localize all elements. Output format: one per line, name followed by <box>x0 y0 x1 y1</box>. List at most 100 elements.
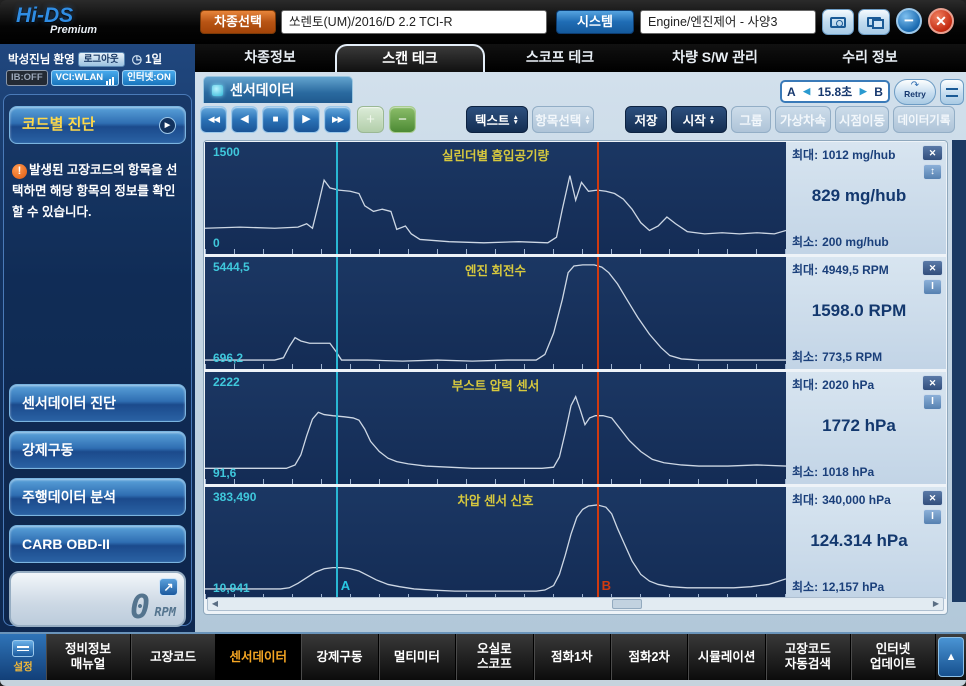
cursor-b-line[interactable] <box>596 372 599 484</box>
dropdown-arrows-icon: ▲ ▼ <box>584 113 591 126</box>
data-record-button[interactable]: 데이터기록 <box>893 106 955 133</box>
resize-ibeam-icon[interactable]: I <box>923 394 942 410</box>
clock-icon: ◷ <box>131 52 143 66</box>
add-channel-button[interactable]: + <box>357 106 384 133</box>
sidebar-item-driving-data-analysis[interactable]: 주행데이터 분석 <box>9 478 186 516</box>
min-value: 1018 hPa <box>822 465 875 479</box>
notice-text: ! 발생된 고장코드의 항목을 선택하면 해당 항목의 정보를 확인 할 수 있습… <box>12 163 178 219</box>
rewind-button[interactable]: ◀◀ <box>200 106 227 133</box>
cursor-a-line[interactable] <box>335 257 338 369</box>
settings-button[interactable]: 설정 <box>0 634 46 680</box>
minimize-button[interactable]: − <box>896 8 922 34</box>
max-label: 최대: <box>792 148 819 162</box>
current-value: 1598.0 RPM <box>811 301 907 320</box>
max-label: 최대: <box>792 378 819 392</box>
stop-button[interactable]: ■ <box>262 106 289 133</box>
signal-trace <box>205 176 786 243</box>
hids-logo: Hi-DS Premium <box>16 4 186 42</box>
expand-icon[interactable]: ↗ <box>159 578 178 596</box>
cursor-a-line[interactable] <box>335 372 338 484</box>
bottom-item-internet-update[interactable]: 인터넷 업데이트 <box>850 634 937 680</box>
b-right-arrow-icon[interactable]: ▶ <box>860 86 867 97</box>
graph-plot-area[interactable]: 실린더별 흡입공기량 1500 0 <box>205 142 786 254</box>
bottom-item-simulation[interactable]: 시뮬레이션 <box>688 634 766 680</box>
max-value: 340,000 hPa <box>822 493 891 507</box>
signal-trace <box>205 397 786 469</box>
value-panel: 최대: 1012 mg/hub ✕ ↕ 829 mg/hub 최소: 200 mg/… <box>786 142 946 254</box>
step-back-button[interactable]: ◀ <box>231 106 258 133</box>
time-jump-button[interactable]: 시점이동 <box>835 106 889 133</box>
resize-ibeam-icon[interactable]: I <box>923 279 942 295</box>
bottom-item-auto-code-search[interactable]: 고장코드 자동검색 <box>765 634 851 680</box>
vehicle-select-button[interactable]: 차종선택 <box>200 10 276 34</box>
view-mode-select[interactable]: 텍스트 ▲ ▼ <box>466 106 528 133</box>
sidebar-item-sensor-data-diagnosis[interactable]: 센서데이터 진단 <box>9 384 186 422</box>
close-channel-icon[interactable]: ✕ <box>922 490 943 506</box>
tab-vehicle-sw[interactable]: 차량 S/W 관리 <box>635 44 795 72</box>
resize-updown-icon[interactable]: ↕ <box>923 164 942 180</box>
internet-status-badge: 인터넷:ON <box>122 70 176 86</box>
graph-plot-area[interactable]: 차압 센서 신호 383,490 10,941 A B <box>205 487 786 599</box>
group-button[interactable]: 그룹 <box>731 106 771 133</box>
system-button[interactable]: 시스템 <box>556 10 634 34</box>
bottom-item-oscilloscope[interactable]: 오실로 스코프 <box>456 634 534 680</box>
windows-icon <box>867 17 884 29</box>
remove-channel-button[interactable]: − <box>389 106 416 133</box>
ab-interval-widget[interactable]: A ◀ 15.8초 ▶ B <box>780 80 890 103</box>
start-button[interactable]: 시작 ▲ ▼ <box>671 106 727 133</box>
cursor-a-line[interactable] <box>335 142 338 254</box>
cursor-b-line[interactable] <box>596 142 599 254</box>
sidebar-item-carb-obd2[interactable]: CARB OBD-II <box>9 525 186 563</box>
cursor-a-line[interactable] <box>335 487 338 599</box>
graph-row-engine-rpm: 엔진 회전수 5444,5 696,2 최대: 4949,5 RPM ✕ I 15… <box>205 257 946 369</box>
toolbar-up-arrow-button[interactable]: ▲ <box>938 637 965 677</box>
bottom-item-repair-manual[interactable]: 정비정보 매뉴얼 <box>46 634 132 680</box>
left-sidebar: 박성진님 환영 로그아웃 ◷ 1일 IB:OFF VCI:WLAN 인터넷:ON… <box>0 44 195 632</box>
tab-vehicle-info[interactable]: 차종정보 <box>215 44 325 72</box>
bottom-item-ignition-2[interactable]: 점화2차 <box>610 634 689 680</box>
scale-max: 5444,5 <box>213 260 250 274</box>
horizontal-scrollbar[interactable]: ◀ ▶ <box>207 597 944 611</box>
window-layout-button[interactable] <box>858 9 890 35</box>
vci-status-badge: VCI:WLAN <box>50 70 120 86</box>
system-field[interactable]: Engine/엔진제어 - 사양3 <box>640 10 816 34</box>
close-channel-icon[interactable]: ✕ <box>922 375 943 391</box>
cursor-b-line[interactable] <box>596 487 599 599</box>
graph-plot-area[interactable]: 부스트 압력 센서 2222 91,6 <box>205 372 786 484</box>
screenshot-button[interactable] <box>822 9 854 35</box>
retry-button[interactable]: ↷ Retry <box>894 79 936 105</box>
sidebar-item-forced-drive[interactable]: 강제구동 <box>9 431 186 469</box>
dropdown-arrows-icon: ▲ ▼ <box>512 113 519 126</box>
scroll-right-icon[interactable]: ▶ <box>929 598 943 610</box>
close-button[interactable]: ✕ <box>928 8 954 34</box>
cursor-b-line[interactable] <box>596 257 599 369</box>
min-label: 최소: <box>792 350 819 364</box>
vehicle-field[interactable]: 쏘렌토(UM)/2016/D 2.2 TCI-R <box>281 10 547 34</box>
graph-plot-area[interactable]: 엔진 회전수 5444,5 696,2 <box>205 257 786 369</box>
bottom-item-fault-codes[interactable]: 고장코드 <box>131 634 217 680</box>
bottom-item-multimeter[interactable]: 멀티미터 <box>378 634 457 680</box>
scrollbar-thumb[interactable] <box>612 599 643 609</box>
code-diagnosis-button[interactable]: 코드별 진단 ▶ <box>9 106 186 144</box>
bottom-item-sensor-data[interactable]: 센서데이터 <box>216 634 302 680</box>
tab-scope-tech[interactable]: 스코프 테크 <box>495 44 625 72</box>
scale-max: 383,490 <box>213 490 257 504</box>
save-button[interactable]: 저장 <box>625 106 667 133</box>
print-button[interactable] <box>940 79 964 105</box>
tab-scan-tech[interactable]: 스캔 테크 <box>335 44 485 72</box>
fast-forward-button[interactable]: ▶▶ <box>324 106 351 133</box>
resize-ibeam-icon[interactable]: I <box>923 509 942 525</box>
rpm-gauge[interactable]: ↗ 0 RPM <box>9 571 186 627</box>
a-left-arrow-icon[interactable]: ◀ <box>803 86 810 97</box>
close-channel-icon[interactable]: ✕ <box>922 145 943 161</box>
bottom-item-forced-drive[interactable]: 강제구동 <box>301 634 379 680</box>
sensor-data-panel-tab: 센서데이터 <box>203 76 353 103</box>
virtual-speed-button[interactable]: 가상차속 <box>775 106 831 133</box>
bottom-item-ignition-1[interactable]: 점화1차 <box>533 634 611 680</box>
scroll-left-icon[interactable]: ◀ <box>208 598 222 610</box>
logout-button[interactable]: 로그아웃 <box>77 51 125 67</box>
tab-repair-info[interactable]: 수리 정보 <box>805 44 935 72</box>
close-channel-icon[interactable]: ✕ <box>922 260 943 276</box>
play-button[interactable]: ▶ <box>293 106 320 133</box>
item-select-button[interactable]: 항목선택 ▲ ▼ <box>532 106 594 133</box>
